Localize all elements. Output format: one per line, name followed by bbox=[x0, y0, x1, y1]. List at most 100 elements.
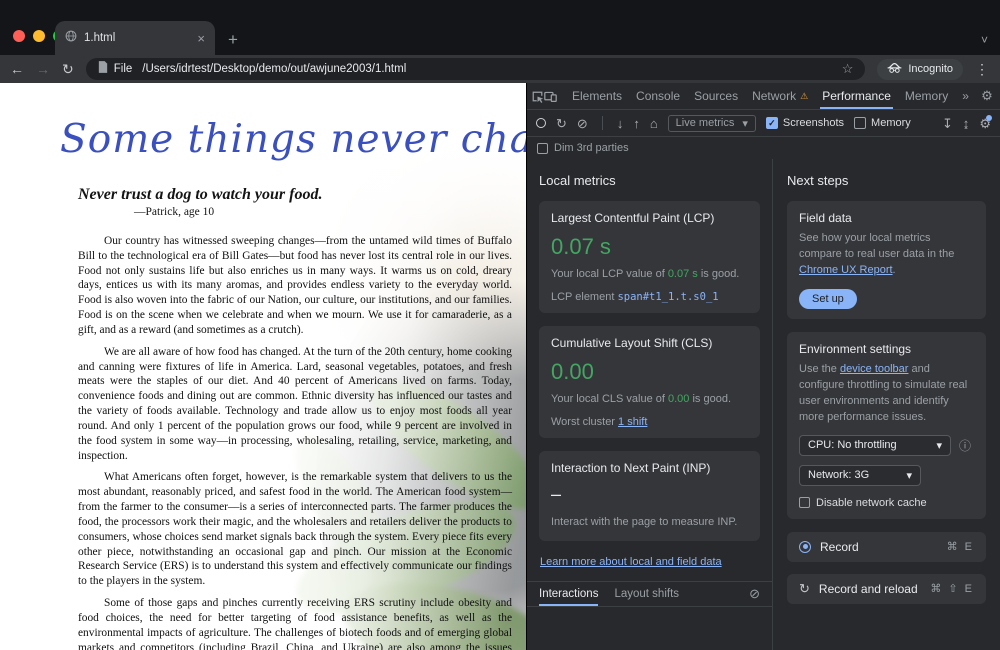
field-data-card: Field data See how your local metrics co… bbox=[787, 201, 986, 319]
forward-icon[interactable]: → bbox=[36, 62, 50, 76]
set-up-button[interactable]: Set up bbox=[799, 289, 857, 309]
cpu-throttling-select[interactable]: CPU: No throttling ▾ bbox=[799, 435, 951, 456]
field-data-desc-prefix: See how your local metrics compare to re… bbox=[799, 232, 954, 260]
devtools-settings-gear-icon[interactable]: ⚙ bbox=[976, 88, 998, 104]
record-and-reload-icon[interactable]: ↻ bbox=[556, 117, 567, 130]
dim-third-parties-checkbox[interactable] bbox=[537, 143, 548, 154]
inp-title: Interaction to Next Paint (INP) bbox=[551, 461, 748, 475]
record-reload-label: Record and reload bbox=[819, 582, 918, 596]
field-data-description: See how your local metrics compare to re… bbox=[799, 231, 974, 279]
disable-cache-checkbox[interactable] bbox=[799, 497, 810, 508]
url-text: /Users/idrtest/Desktop/demo/out/awjune20… bbox=[142, 63, 406, 75]
cpu-select-value: CPU: No throttling bbox=[808, 439, 897, 451]
back-icon[interactable]: ← bbox=[10, 62, 24, 76]
resize-icon[interactable]: ↨ bbox=[963, 117, 970, 130]
quote-attribution: —Patrick, age 10 bbox=[134, 206, 512, 218]
live-metrics-home-icon[interactable]: ⌂ bbox=[650, 117, 658, 130]
save-icon[interactable]: ↧ bbox=[942, 117, 953, 130]
navigation-bar: ← → ↻ File /Users/idrtest/Desktop/demo/o… bbox=[0, 55, 1000, 83]
subtab-layout-shifts[interactable]: Layout shifts bbox=[614, 582, 679, 606]
network-warning-icon: ⚠ bbox=[800, 91, 808, 102]
record-action[interactable]: Record ⌘ E bbox=[787, 532, 986, 562]
tab-label: Elements bbox=[572, 89, 622, 103]
lcp-element-row: LCP element span#t1_1.t.s0_1 bbox=[551, 291, 748, 303]
lcp-desc-prefix: Your local LCP value of bbox=[551, 268, 668, 280]
environment-description: Use the device toolbar and configure thr… bbox=[799, 362, 974, 426]
inspect-element-icon[interactable] bbox=[531, 90, 544, 103]
cpu-info-icon[interactable]: ⓘ bbox=[959, 437, 971, 454]
tabs-overflow-icon[interactable]: » bbox=[955, 83, 976, 109]
live-metrics-label: Live metrics bbox=[676, 117, 735, 129]
lcp-desc-value: 0.07 s bbox=[668, 268, 698, 280]
inp-value: – bbox=[551, 484, 748, 505]
cls-cluster-link[interactable]: 1 shift bbox=[618, 416, 647, 428]
subtab-interactions[interactable]: Interactions bbox=[539, 582, 598, 606]
next-steps-column: Next steps Field data See how your local… bbox=[773, 159, 1000, 650]
device-toolbar-link[interactable]: device toolbar bbox=[840, 363, 909, 375]
tab-performance[interactable]: Performance bbox=[815, 83, 898, 109]
memory-checkbox[interactable]: Memory bbox=[854, 117, 911, 129]
record-radio-icon bbox=[799, 541, 811, 553]
network-throttling-select[interactable]: Network: 3G ▾ bbox=[799, 465, 921, 486]
reload-icon[interactable]: ↻ bbox=[62, 62, 74, 76]
local-metrics-heading: Local metrics bbox=[539, 173, 760, 188]
tab-label: Performance bbox=[822, 89, 891, 103]
titlebar: 1.html × + ˅ bbox=[0, 0, 1000, 55]
paragraph: What Americans often forget, however, is… bbox=[78, 470, 512, 589]
screenshots-checkbox[interactable]: ✓ Screenshots bbox=[766, 117, 844, 129]
lcp-element-link[interactable]: span#t1_1.t.s0_1 bbox=[617, 291, 718, 303]
browser-menu-icon[interactable]: ⋮ bbox=[975, 61, 990, 78]
page-title: Some things never change bbox=[60, 117, 512, 162]
load-profile-icon[interactable]: ↓ bbox=[617, 117, 624, 130]
cls-description: Your local CLS value of 0.00 is good. bbox=[551, 392, 748, 408]
live-metrics-view: Local metrics Largest Contentful Paint (… bbox=[527, 159, 1000, 650]
tab-close-icon[interactable]: × bbox=[197, 32, 205, 45]
crux-report-link[interactable]: Chrome UX Report bbox=[799, 264, 893, 276]
device-toolbar-icon[interactable] bbox=[544, 90, 557, 103]
record-reload-shortcut: ⌘ ⇧ E bbox=[930, 582, 974, 595]
dropdown-caret-icon: ▾ bbox=[906, 469, 912, 482]
cls-desc-suffix: is good. bbox=[689, 393, 731, 405]
bookmark-star-icon[interactable]: ☆ bbox=[842, 61, 854, 77]
minimize-window-button[interactable] bbox=[33, 30, 45, 42]
tab-overflow-chevron-icon[interactable]: ˅ bbox=[981, 34, 988, 46]
tab-network[interactable]: Network⚠ bbox=[745, 83, 815, 109]
tab-sources[interactable]: Sources bbox=[687, 83, 745, 109]
tab-memory[interactable]: Memory bbox=[898, 83, 955, 109]
paragraph: Some of those gaps and pinches currently… bbox=[78, 596, 512, 650]
inp-card: Interaction to Next Paint (INP) – Intera… bbox=[539, 451, 760, 541]
new-tab-button[interactable]: + bbox=[228, 31, 238, 48]
memory-label: Memory bbox=[871, 117, 911, 129]
lcp-card: Largest Contentful Paint (LCP) 0.07 s Yo… bbox=[539, 201, 760, 313]
record-icon[interactable] bbox=[536, 118, 546, 128]
save-profile-icon[interactable]: ↑ bbox=[633, 117, 640, 130]
incognito-icon bbox=[887, 62, 902, 77]
performance-toolbar: ↻ ⊘ ↓ ↑ ⌂ Live metrics ▾ ✓ Screenshots M… bbox=[527, 110, 1000, 137]
capture-settings-gear-icon[interactable]: ⚙ bbox=[979, 117, 991, 130]
field-data-desc-suffix: . bbox=[893, 264, 896, 276]
origin-chip[interactable]: File bbox=[114, 63, 133, 75]
live-metrics-dropdown[interactable]: Live metrics ▾ bbox=[668, 115, 756, 132]
record-and-reload-action[interactable]: ↻ Record and reload ⌘ ⇧ E bbox=[787, 574, 986, 604]
devtools-panel: Elements Console Sources Network⚠ Perfor… bbox=[526, 83, 1000, 650]
close-window-button[interactable] bbox=[13, 30, 25, 42]
record-label: Record bbox=[820, 540, 859, 554]
browser-tab[interactable]: 1.html × bbox=[55, 21, 215, 55]
clear-icon[interactable]: ⊘ bbox=[577, 117, 588, 130]
tab-elements[interactable]: Elements bbox=[565, 83, 629, 109]
disable-cache-row: Disable network cache bbox=[799, 497, 974, 509]
dim-third-parties-row: Dim 3rd parties bbox=[527, 137, 1000, 159]
tab-console[interactable]: Console bbox=[629, 83, 687, 109]
local-metrics-column: Local metrics Largest Contentful Paint (… bbox=[527, 159, 773, 650]
cls-title: Cumulative Layout Shift (CLS) bbox=[551, 336, 748, 350]
tab-label: Sources bbox=[694, 89, 738, 103]
learn-more-link[interactable]: Learn more about local and field data bbox=[540, 556, 722, 568]
cls-card: Cumulative Layout Shift (CLS) 0.00 Your … bbox=[539, 326, 760, 438]
dim-third-parties-label: Dim 3rd parties bbox=[554, 142, 629, 154]
record-shortcut: ⌘ E bbox=[947, 540, 974, 553]
address-bar[interactable]: File /Users/idrtest/Desktop/demo/out/awj… bbox=[86, 58, 866, 80]
content-area: Some things never change Never trust a d… bbox=[0, 83, 1000, 650]
devtools-tab-bar: Elements Console Sources Network⚠ Perfor… bbox=[527, 83, 1000, 110]
incognito-label: Incognito bbox=[908, 63, 953, 75]
clear-log-icon[interactable]: ⊘ bbox=[749, 586, 760, 602]
